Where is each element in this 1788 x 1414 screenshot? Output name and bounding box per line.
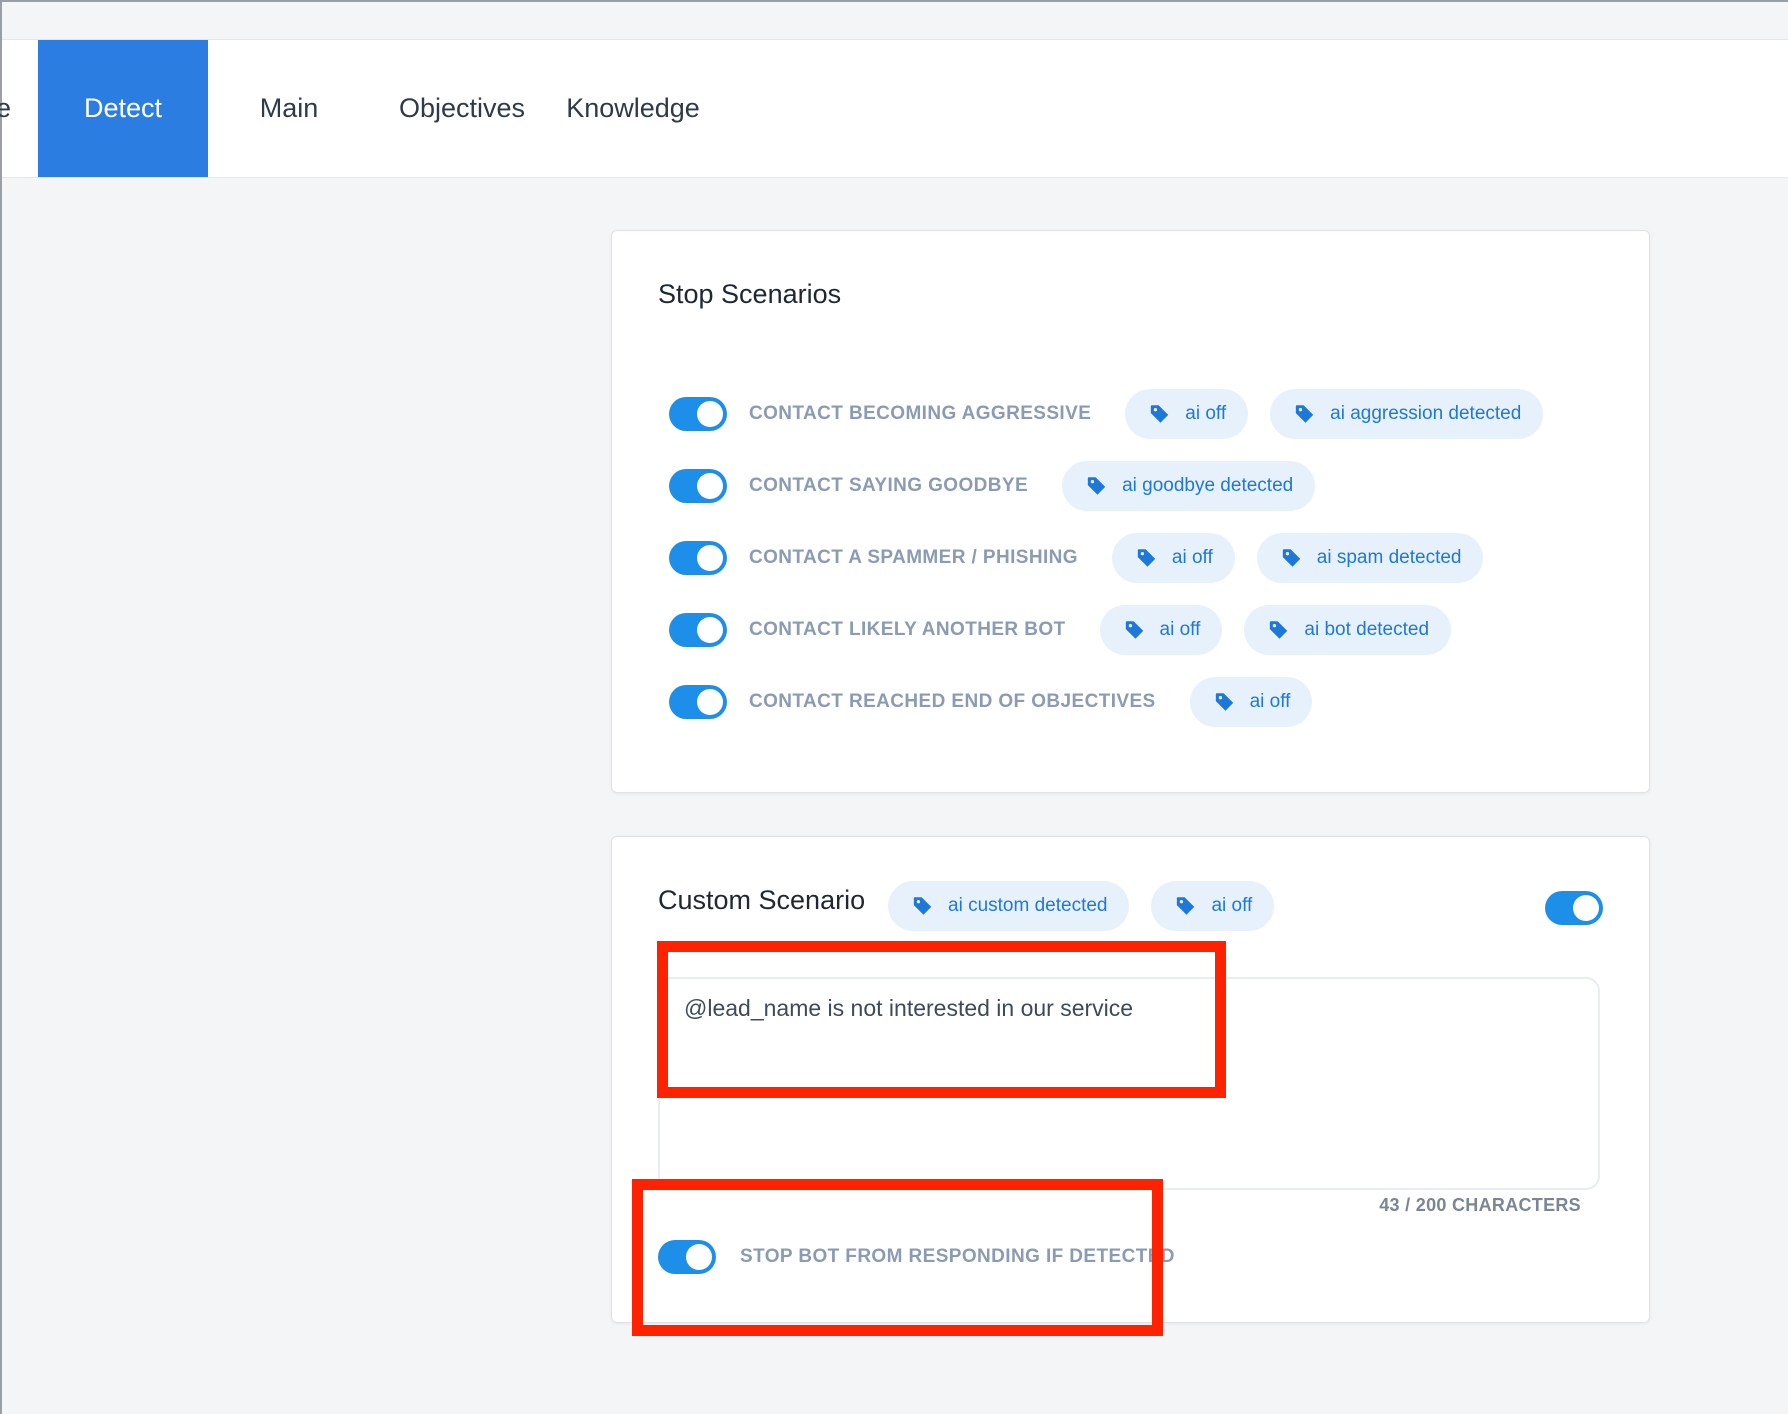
tag-chip[interactable]: ai spam detected [1256,533,1484,583]
stop-bot-toggle[interactable] [658,1240,716,1274]
tag-chip[interactable]: ai custom detected [888,881,1130,931]
stop-scenarios-card: Stop Scenarios CONTACT BECOMING AGGRESSI… [611,230,1650,793]
tag-chip[interactable]: ai off [1111,533,1235,583]
scenario-toggle[interactable] [669,613,727,647]
custom-scenario-textarea[interactable]: @lead_name is not interested in our serv… [658,977,1600,1190]
tab-objectives[interactable]: Objectives [382,40,542,177]
tag-icon [1125,621,1143,639]
tag-chip[interactable]: ai off [1125,389,1249,439]
tag-icon [1087,477,1106,495]
scenario-label: CONTACT SAYING GOODBYE [749,475,1029,496]
custom-scenario-toggle[interactable] [1545,891,1603,925]
scenario-label: CONTACT A SPAMMER / PHISHING [749,547,1078,568]
tag-chip[interactable]: ai off [1151,881,1275,931]
tag-chip[interactable]: ai aggression detected [1270,389,1544,439]
stop-bot-label: STOP BOT FROM RESPONDING IF DETECTED [740,1246,1175,1267]
tag-chip[interactable]: ai goodbye detected [1062,461,1316,511]
tag-icon [1295,405,1314,423]
scenario-toggle[interactable] [669,469,727,503]
tag-icon [1151,405,1169,423]
scenario-label: CONTACT BECOMING AGGRESSIVE [749,403,1092,424]
custom-scenario-card: Custom Scenario ai custom detected ai of… [611,836,1650,1323]
tag-chip[interactable]: ai off [1099,605,1223,655]
tab-main[interactable]: Main [234,40,344,177]
scenario-row-aggressive: CONTACT BECOMING AGGRESSIVE ai off ai ag… [669,389,1544,439]
scenario-row-goodbye: CONTACT SAYING GOODBYE ai goodbye detect… [669,461,1316,511]
scenario-label: CONTACT LIKELY ANOTHER BOT [749,619,1066,640]
tab-bar: e Detect Main Objectives Knowledge [0,39,1788,178]
tag-icon [1137,549,1156,567]
tag-icon [1177,897,1195,915]
scenario-toggle[interactable] [669,541,727,575]
tag-chip[interactable]: ai bot detected [1244,605,1452,655]
character-counter: 43 / 200 CHARACTERS [1379,1195,1581,1215]
tag-chip[interactable]: ai off [1189,677,1313,727]
tag-icon [1215,693,1233,711]
scenario-row-bot: CONTACT LIKELY ANOTHER BOT ai off ai bot… [669,605,1452,655]
stop-scenarios-title: Stop Scenarios [658,279,842,309]
tab-truncated[interactable]: e [0,40,10,177]
tag-icon [1270,621,1288,639]
scenario-label: CONTACT REACHED END OF OBJECTIVES [749,691,1156,712]
tab-knowledge[interactable]: Knowledge [558,40,708,177]
scenario-row-end-objectives: CONTACT REACHED END OF OBJECTIVES ai off [669,677,1313,727]
scenario-toggle[interactable] [669,397,727,431]
stop-bot-row: STOP BOT FROM RESPONDING IF DETECTED [658,1237,1175,1277]
scenario-row-spammer: CONTACT A SPAMMER / PHISHING ai off ai s… [669,533,1484,583]
custom-scenario-title: Custom Scenario [658,885,866,915]
tab-detect[interactable]: Detect [38,40,208,177]
tag-icon [1282,549,1301,567]
tag-icon [913,897,932,915]
scenario-toggle[interactable] [669,685,727,719]
